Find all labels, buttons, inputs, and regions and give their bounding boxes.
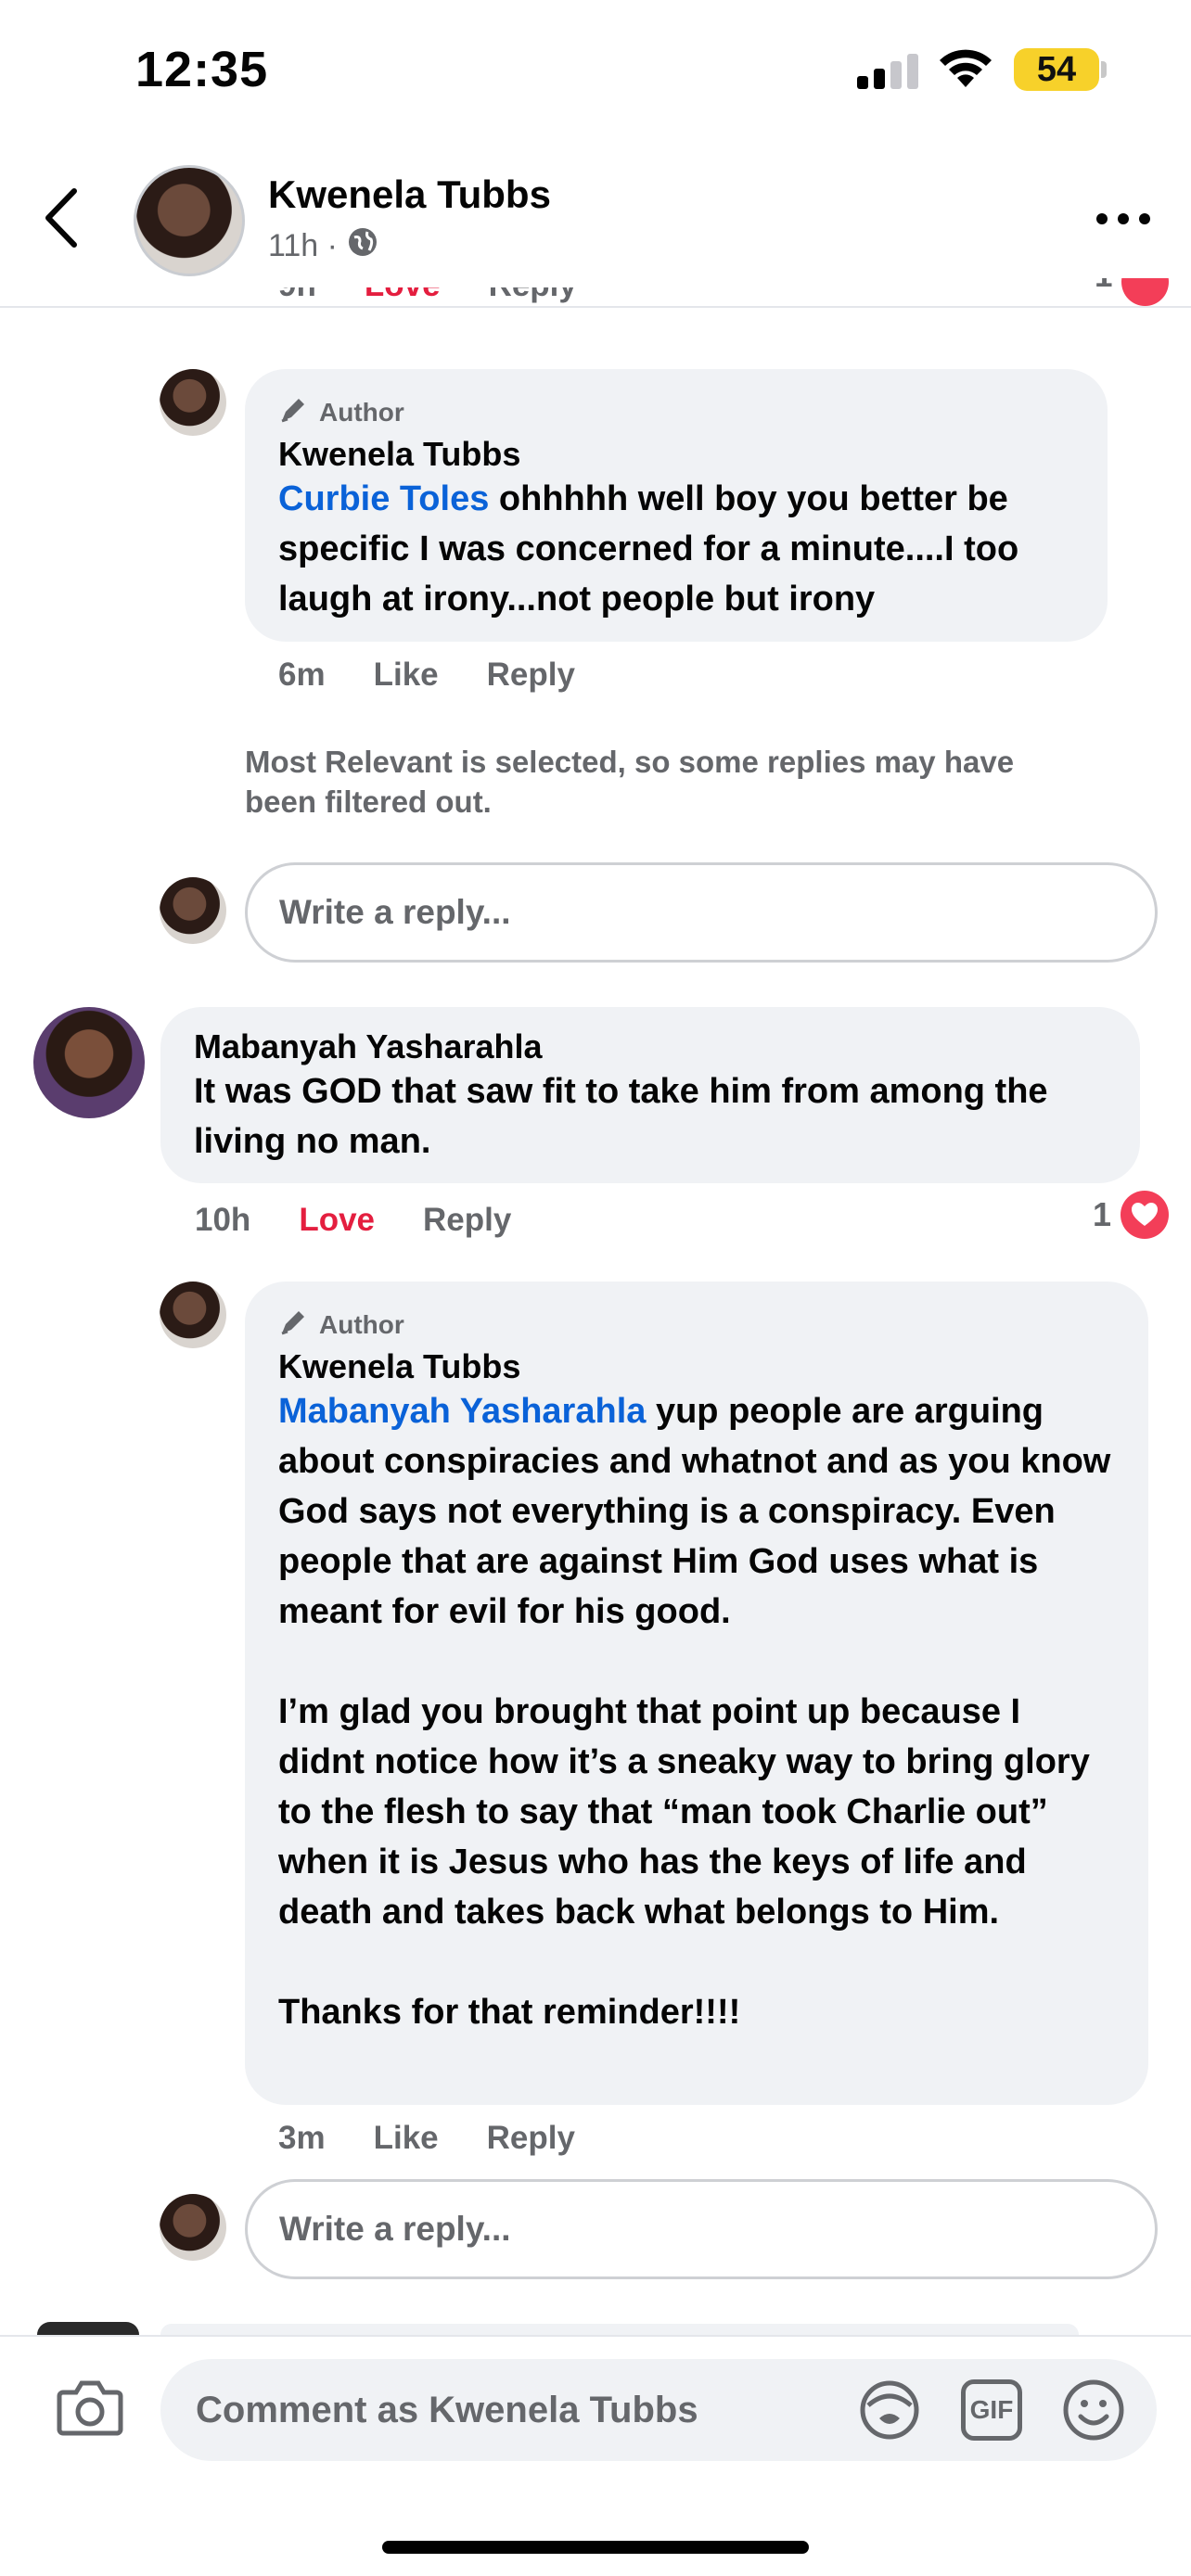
emoji-icon[interactable]	[1061, 2378, 1126, 2442]
partial-reply-button[interactable]: Reply	[489, 287, 577, 312]
header-time: 11h ·	[268, 228, 338, 263]
battery-icon: 54	[1014, 48, 1099, 91]
reply-time: 6m	[278, 657, 326, 693]
pen-icon	[278, 393, 310, 431]
commenter-avatar[interactable]	[33, 1007, 145, 1118]
mention-link-2[interactable]: Mabanyah Yasharahla	[278, 1392, 646, 1431]
reply2-bubble: Author Kwenela Tubbs Mabanyah Yasharahla…	[245, 1282, 1148, 2105]
comment-actions: 10h Love Reply	[195, 1202, 511, 1239]
header-meta: 11h ·	[268, 226, 378, 266]
back-button[interactable]	[41, 185, 82, 250]
reply-bubble: Author Kwenela Tubbs Curbie Toles ohhhhh…	[245, 369, 1108, 642]
gif-label: GIF	[969, 2395, 1014, 2424]
author-badge-label-2: Author	[319, 1309, 404, 1339]
reply-text: Curbie Toles ohhhhh well boy you better …	[278, 474, 1074, 624]
reply2-reply-button[interactable]: Reply	[487, 2120, 575, 2157]
reply-button[interactable]: Reply	[487, 657, 575, 694]
reply-avatar[interactable]	[160, 369, 226, 436]
pen-icon	[278, 1306, 310, 1344]
reply-input-avatar-2	[160, 2194, 226, 2261]
partial-reaction-count: 1	[1095, 278, 1112, 306]
gif-button[interactable]: GIF	[961, 2379, 1022, 2441]
more-options-button[interactable]	[1095, 206, 1152, 232]
author-badge-2: Author	[278, 1306, 1115, 1344]
reply-input[interactable]: Write a reply...	[245, 862, 1158, 963]
reply-input-2[interactable]: Write a reply...	[245, 2179, 1158, 2279]
partial-love-button[interactable]: Love	[365, 287, 441, 312]
battery-tip	[1101, 61, 1107, 78]
partial-comment-meta: 9h Love Reply	[278, 287, 577, 312]
partial-time: 9h	[278, 287, 316, 312]
comment-time: 10h	[195, 1202, 251, 1238]
partial-reaction: 1	[1095, 278, 1169, 306]
reaction-count: 1	[1093, 1195, 1112, 1233]
avatar-sticker-icon[interactable]	[857, 2378, 922, 2442]
wifi-icon	[937, 45, 994, 89]
comment-text: It was GOD that saw fit to take him from…	[194, 1072, 1058, 1161]
mention-link[interactable]: Curbie Toles	[278, 479, 489, 518]
next-comment-bubble	[160, 2324, 1079, 2335]
filter-note: Most Relevant is selected, so some repli…	[245, 745, 1015, 819]
reply2-like-button[interactable]: Like	[374, 2120, 439, 2157]
reply2-avatar[interactable]	[160, 1282, 226, 1348]
like-button[interactable]: Like	[374, 657, 439, 694]
reply-actions: 6m Like Reply	[278, 657, 575, 694]
reply2-text: Mabanyah Yasharahla yup people are argui…	[278, 1386, 1115, 2037]
header-avatar[interactable]	[134, 165, 245, 276]
comment-bubble: Mabanyah Yasharahla It was GOD that saw …	[160, 1007, 1140, 1183]
reply2-author-name[interactable]: Kwenela Tubbs	[278, 1347, 1115, 1386]
love-button[interactable]: Love	[299, 1202, 375, 1239]
globe-icon	[347, 226, 378, 266]
author-badge: Author	[278, 393, 1074, 431]
comment-author-name[interactable]: Mabanyah Yasharahla	[194, 1027, 1107, 1066]
cellular-signal-icon	[857, 52, 920, 89]
heart-icon	[1121, 278, 1169, 306]
reaction-summary[interactable]: 1	[1093, 1191, 1170, 1239]
header-name[interactable]: Kwenela Tubbs	[268, 172, 551, 217]
comment-reply-button[interactable]: Reply	[423, 1202, 511, 1239]
status-time: 12:35	[135, 42, 269, 97]
heart-reaction-icon	[1121, 1191, 1170, 1239]
header-divider	[0, 306, 1191, 308]
reply-input-avatar	[160, 877, 226, 944]
reply-author-name[interactable]: Kwenela Tubbs	[278, 435, 1074, 474]
camera-icon[interactable]	[56, 2378, 124, 2437]
reply2-time: 3m	[278, 2120, 326, 2156]
reply2-actions: 3m Like Reply	[278, 2120, 575, 2157]
next-comment-avatar	[37, 2322, 139, 2335]
author-badge-label: Author	[319, 397, 404, 427]
reply2-body: yup people are arguing about conspiracie…	[278, 1392, 1111, 2032]
home-indicator	[382, 2541, 809, 2554]
